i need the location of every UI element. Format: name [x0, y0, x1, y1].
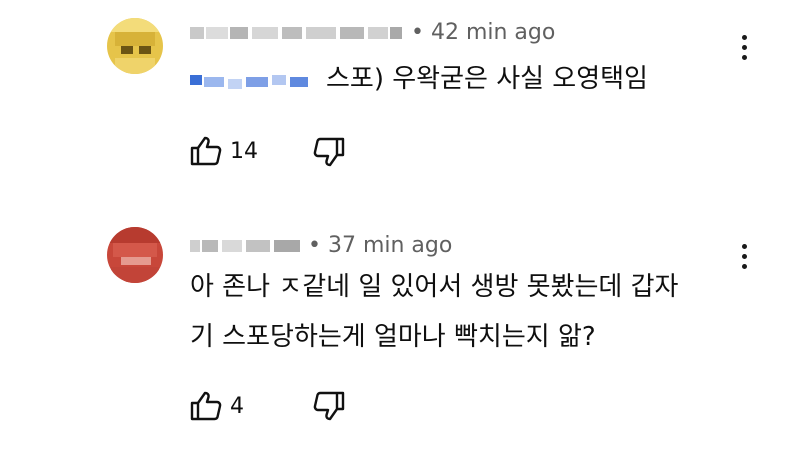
dislike-button[interactable] — [313, 137, 345, 167]
more-vert-icon — [741, 243, 747, 269]
avatar[interactable] — [107, 227, 163, 283]
comment-header: • 42 min ago — [190, 20, 555, 45]
thumb-up-icon — [190, 391, 222, 421]
like-button[interactable]: 14 — [190, 136, 258, 166]
comment-text-line: 기 스포당하는게 얼마나 빡치는지 앎? — [190, 322, 596, 352]
like-count: 4 — [230, 393, 244, 419]
author-name-blurred[interactable] — [190, 26, 405, 39]
comment-text: 스포) 우왁굳은 사실 오영택임 — [190, 62, 648, 96]
comment-time: • 42 min ago — [411, 20, 556, 45]
more-options-button[interactable] — [734, 238, 754, 274]
like-count: 14 — [230, 138, 258, 164]
avatar[interactable] — [107, 18, 163, 74]
comment-header: • 37 min ago — [190, 233, 452, 258]
more-options-button[interactable] — [734, 29, 754, 65]
thumb-up-icon — [190, 136, 222, 166]
comment-time: • 37 min ago — [308, 233, 453, 258]
comment-text-line: 스포) 우왁굳은 사실 오영택임 — [326, 64, 648, 94]
mention-blurred[interactable] — [190, 67, 320, 93]
thumb-down-icon — [313, 137, 345, 167]
dislike-button[interactable] — [313, 391, 345, 421]
more-vert-icon — [741, 34, 747, 60]
thumb-down-icon — [313, 391, 345, 421]
author-name-blurred[interactable] — [190, 239, 302, 252]
like-button[interactable]: 4 — [190, 391, 244, 421]
comment-text-line: 아 존나 ㅈ같네 일 있어서 생방 못봤는데 갑자 — [190, 272, 679, 302]
